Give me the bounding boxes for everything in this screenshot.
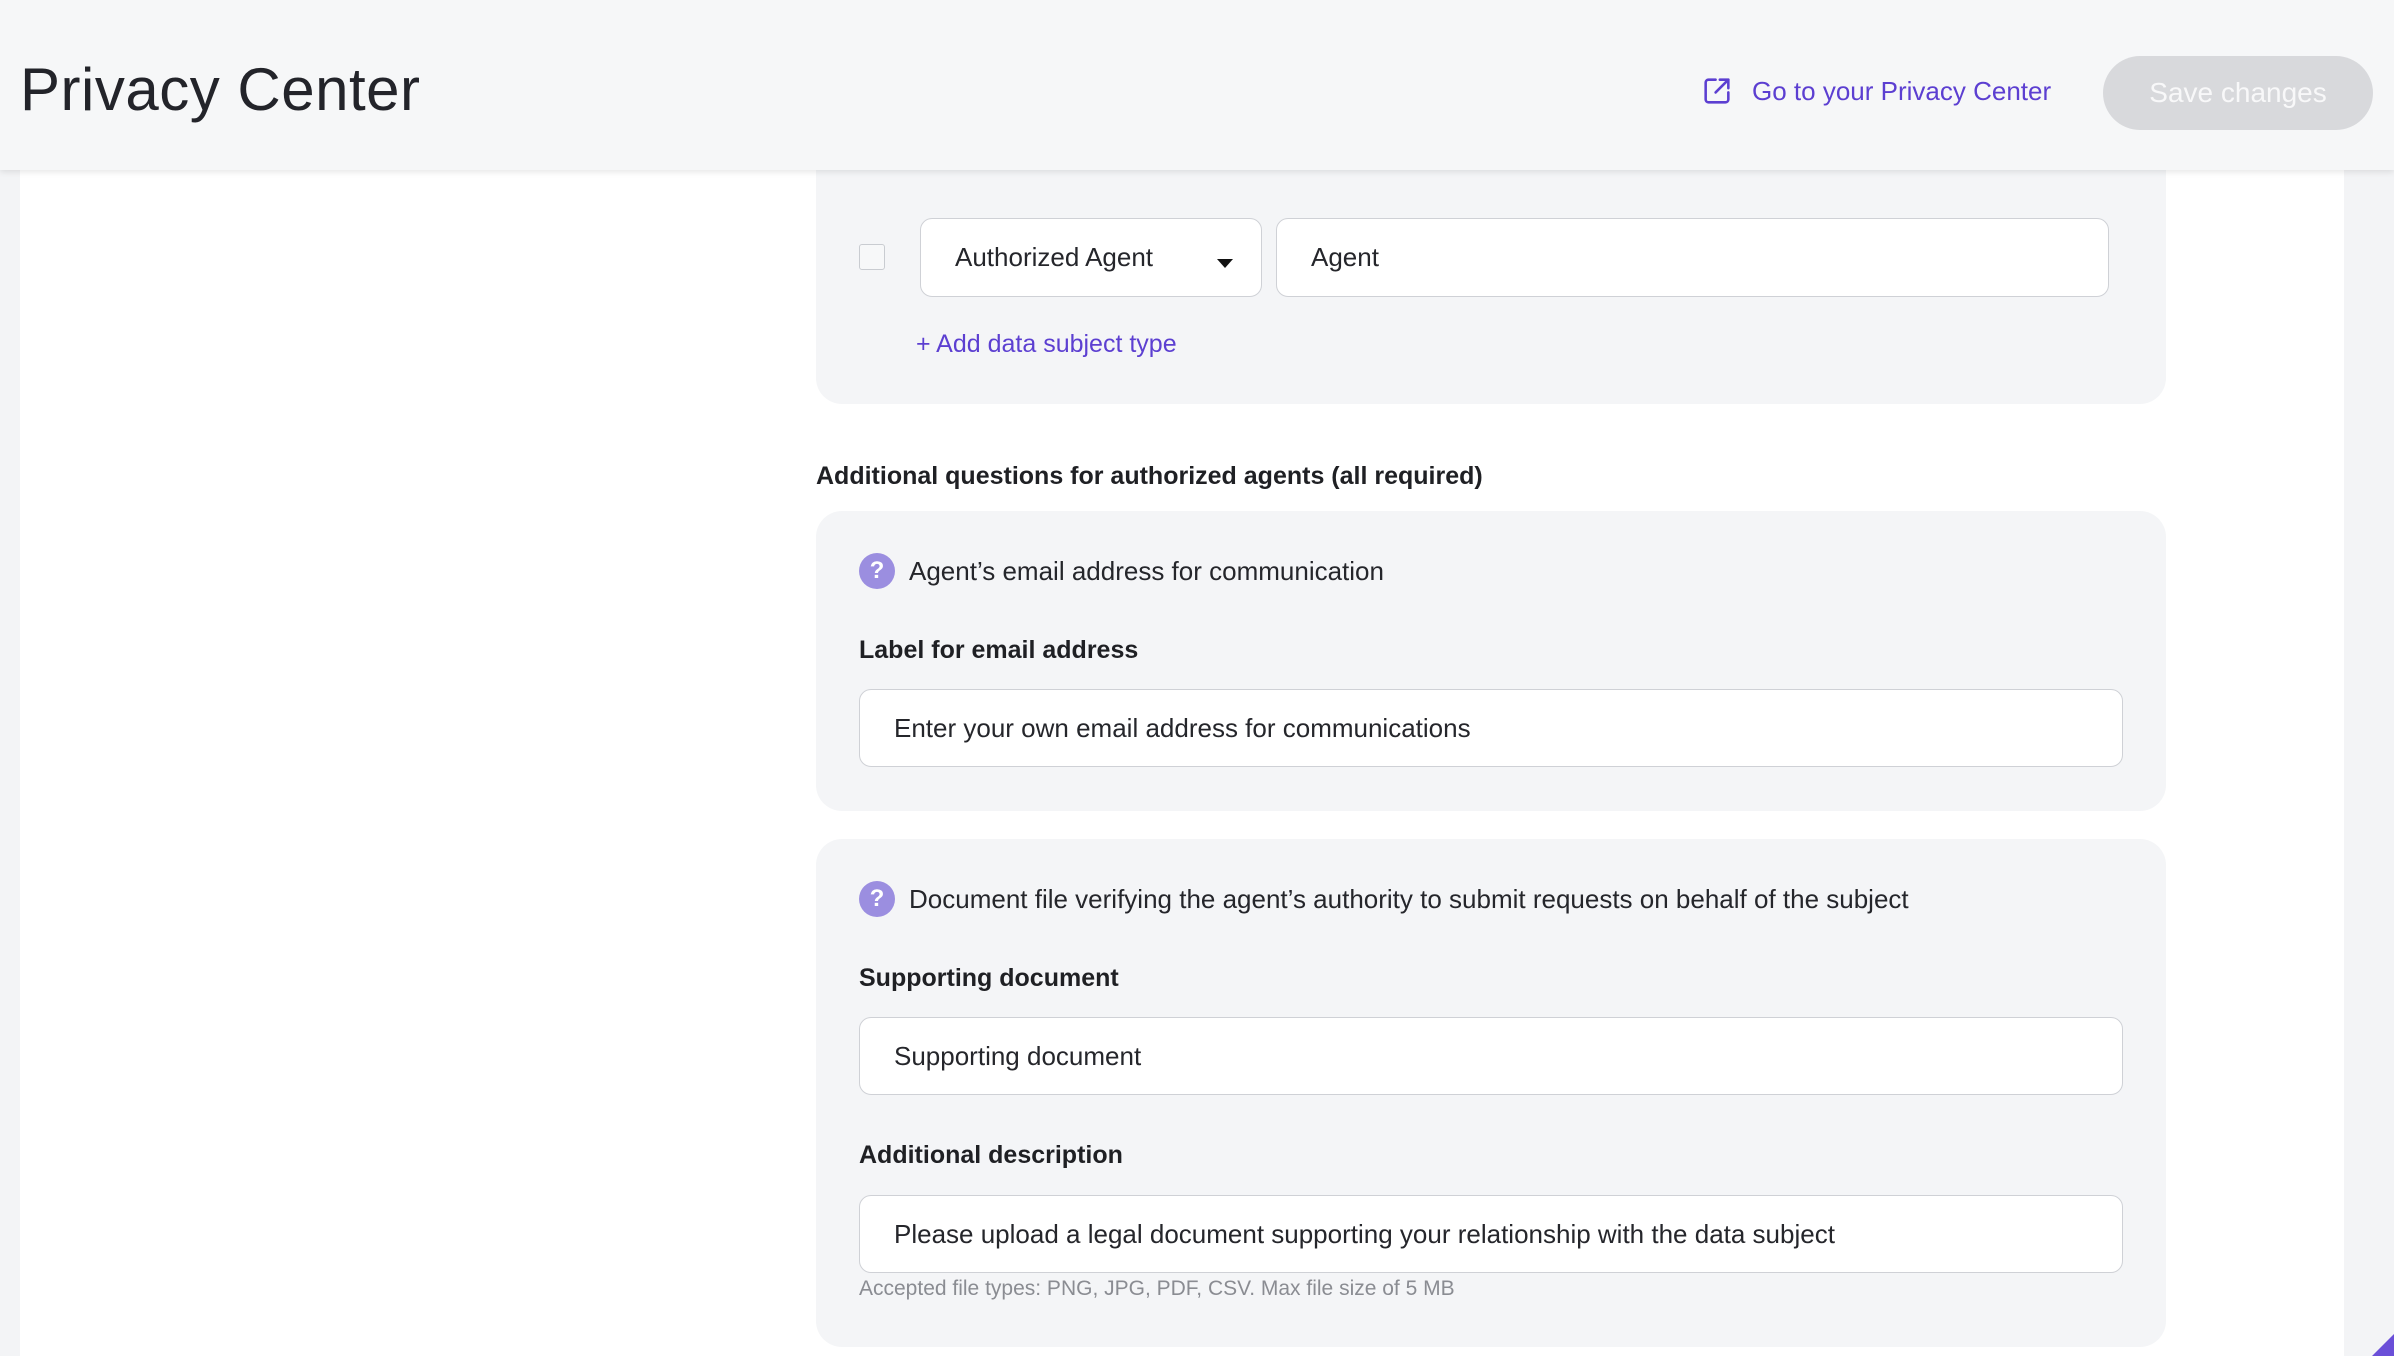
corner-indicator — [2372, 1334, 2394, 1356]
email-question-card: ? Agent’s email address for communicatio… — [816, 511, 2166, 811]
save-changes-button[interactable]: Save changes — [2103, 56, 2373, 130]
data-subject-name-input[interactable]: Agent — [1276, 218, 2109, 297]
supporting-document-input[interactable]: Supporting document — [859, 1017, 2123, 1095]
agent-questions-heading: Additional questions for authorized agen… — [816, 462, 1483, 490]
question-mark-icon: ? — [859, 553, 895, 589]
add-data-subject-type-link[interactable]: + Add data subject type — [916, 330, 1177, 359]
data-subject-checkbox[interactable] — [859, 244, 885, 270]
document-question-card: ? Document file verifying the agent’s au… — [816, 839, 2166, 1347]
email-label-input[interactable]: Enter your own email address for communi… — [859, 689, 2123, 767]
supporting-document-heading: Supporting document — [859, 964, 1119, 992]
page-title: Privacy Center — [20, 56, 421, 123]
go-to-privacy-center-link[interactable]: Go to your Privacy Center — [1700, 74, 2051, 108]
additional-description-heading: Additional description — [859, 1141, 1123, 1169]
data-subject-type-select[interactable]: Authorized Agent — [920, 218, 1262, 297]
privacy-center-link-label: Go to your Privacy Center — [1752, 75, 2052, 106]
data-subject-name-value: Agent — [1311, 242, 1379, 272]
supporting-document-value: Supporting document — [894, 1040, 1142, 1071]
email-question-row: ? Agent’s email address for communicatio… — [859, 553, 1384, 589]
email-label-value: Enter your own email address for communi… — [894, 712, 1471, 743]
data-subject-type-value: Authorized Agent — [955, 242, 1154, 272]
question-mark-icon: ? — [859, 881, 895, 917]
email-question-title: Agent’s email address for communication — [909, 555, 1384, 586]
file-types-hint: Accepted file types: PNG, JPG, PDF, CSV.… — [859, 1277, 1455, 1300]
document-question-title: Document file verifying the agent’s auth… — [909, 883, 1909, 914]
top-header: Privacy Center Go to your Privacy Center… — [0, 0, 2394, 170]
document-question-row: ? Document file verifying the agent’s au… — [859, 881, 1909, 917]
additional-description-value: Please upload a legal document supportin… — [894, 1218, 1835, 1249]
external-link-icon — [1704, 78, 1730, 104]
caret-down-icon — [1217, 259, 1233, 268]
email-label-heading: Label for email address — [859, 636, 1139, 664]
additional-description-input[interactable]: Please upload a legal document supportin… — [859, 1195, 2123, 1273]
